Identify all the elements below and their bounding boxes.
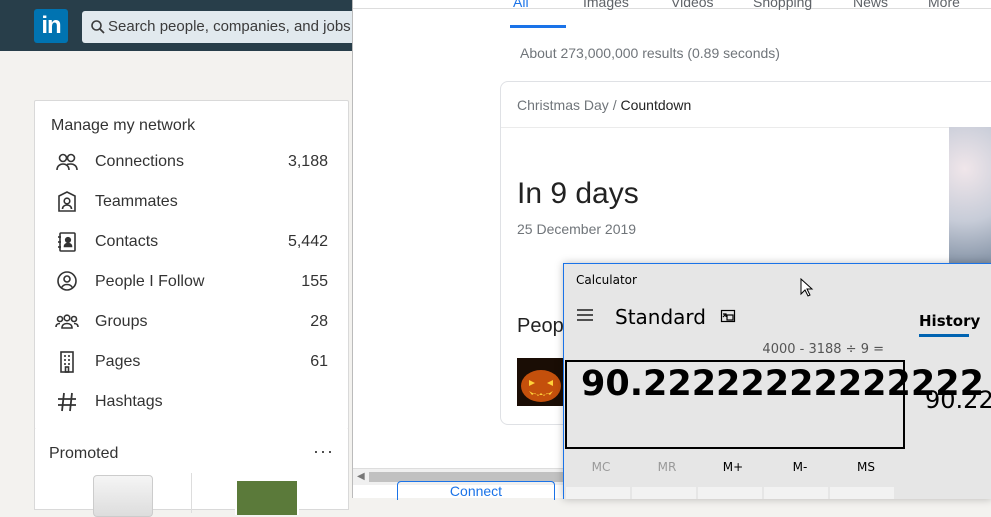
active-tab-indicator bbox=[510, 25, 566, 28]
connect-button[interactable]: Connect bbox=[397, 481, 555, 500]
network-item-count: 3,188 bbox=[287, 153, 328, 170]
pages-icon bbox=[60, 351, 74, 373]
network-item-label: Pages bbox=[95, 353, 141, 370]
breadcrumb-parent[interactable]: Christmas Day bbox=[517, 97, 609, 113]
memory-store-button[interactable]: MS bbox=[841, 460, 891, 474]
calculator-window: Calculator Standard 4000 - 3188 ÷ 9 = 90… bbox=[563, 263, 991, 499]
network-heading: Manage my network bbox=[51, 117, 196, 134]
pumpkin-image[interactable] bbox=[517, 358, 565, 406]
calculator-key[interactable] bbox=[632, 487, 696, 499]
people-follow-icon bbox=[57, 271, 77, 291]
network-item-count: 61 bbox=[310, 353, 328, 370]
groups-icon bbox=[55, 314, 79, 329]
promoted-title: Promoted bbox=[49, 445, 119, 462]
hashtag-icon bbox=[58, 392, 76, 412]
network-item-count: 5,442 bbox=[287, 233, 328, 250]
search-icon bbox=[91, 20, 105, 34]
tab-history[interactable]: History bbox=[919, 312, 980, 330]
network-item-label: Hashtags bbox=[95, 393, 163, 410]
history-entry[interactable]: 90.222 bbox=[925, 386, 991, 414]
network-item-contacts[interactable]: Contacts 5,442 bbox=[35, 222, 348, 262]
tab-news[interactable]: News bbox=[853, 0, 888, 10]
network-item-count: 155 bbox=[301, 273, 328, 290]
countdown-headline: In 9 days bbox=[517, 177, 639, 210]
tab-all[interactable]: All bbox=[513, 0, 529, 10]
calculator-key[interactable] bbox=[566, 487, 630, 499]
promoted-divider bbox=[191, 473, 192, 513]
memory-add-button[interactable]: M+ bbox=[708, 460, 758, 474]
people-heading: Peop bbox=[517, 315, 564, 337]
network-item-teammates[interactable]: Teammates bbox=[35, 182, 348, 222]
scroll-left-icon[interactable]: ◀ bbox=[357, 471, 365, 482]
linkedin-logo[interactable]: in bbox=[34, 9, 68, 43]
calculator-key[interactable] bbox=[830, 487, 894, 499]
breadcrumb-current: Countdown bbox=[620, 97, 692, 113]
network-item-label: Teammates bbox=[95, 193, 178, 210]
calculator-keypad bbox=[564, 487, 991, 499]
calculator-result: 90.22222222222222 bbox=[581, 364, 984, 404]
memory-subtract-button[interactable]: M- bbox=[775, 460, 825, 474]
teammates-icon bbox=[58, 191, 76, 212]
calculator-expression: 4000 - 3188 ÷ 9 = bbox=[762, 342, 884, 357]
mouse-cursor-icon bbox=[800, 278, 814, 297]
network-item-label: Groups bbox=[95, 313, 148, 330]
network-item-label: Contacts bbox=[95, 233, 159, 250]
network-item-connections[interactable]: Connections 3,188 bbox=[35, 142, 348, 182]
countdown-date: 25 December 2019 bbox=[517, 221, 637, 237]
promoted-ad-image[interactable] bbox=[93, 475, 153, 517]
network-item-groups[interactable]: Groups 28 bbox=[35, 302, 348, 342]
network-item-label: People I Follow bbox=[95, 273, 205, 290]
connections-icon bbox=[56, 153, 78, 171]
network-item-people-follow[interactable]: People I Follow 155 bbox=[35, 262, 348, 302]
hamburger-menu-icon[interactable] bbox=[576, 308, 594, 322]
results-count: About 273,000,000 results (0.89 seconds) bbox=[520, 45, 780, 61]
contacts-icon bbox=[58, 232, 76, 252]
memory-recall-button[interactable]: MR bbox=[642, 460, 692, 474]
history-tab-indicator bbox=[919, 334, 969, 337]
promoted-ad-image[interactable] bbox=[235, 475, 299, 515]
manage-network-card: Manage my network Connections 3,188 Team… bbox=[34, 100, 349, 430]
network-item-pages[interactable]: Pages 61 bbox=[35, 342, 348, 382]
keep-on-top-icon[interactable] bbox=[720, 308, 736, 324]
calculator-key[interactable] bbox=[698, 487, 762, 499]
breadcrumb-separator: / bbox=[612, 97, 617, 113]
calculator-title: Calculator bbox=[576, 273, 637, 287]
hero-image[interactable] bbox=[949, 127, 991, 267]
calculator-key[interactable] bbox=[764, 487, 828, 499]
tab-videos[interactable]: Videos bbox=[671, 0, 714, 10]
tab-images[interactable]: Images bbox=[583, 0, 629, 10]
calculator-mode: Standard bbox=[615, 305, 706, 329]
search-input[interactable]: Search people, companies, and jobs bbox=[82, 11, 372, 43]
search-placeholder: Search people, companies, and jobs bbox=[108, 18, 351, 35]
tab-shopping[interactable]: Shopping bbox=[753, 0, 812, 10]
network-item-hashtags[interactable]: Hashtags bbox=[35, 382, 348, 422]
card-divider bbox=[501, 127, 991, 128]
breadcrumb: Christmas Day / Countdown bbox=[517, 97, 691, 113]
network-item-count: 28 bbox=[310, 313, 328, 330]
calculator-display: 90.22222222222222 bbox=[565, 360, 984, 449]
more-options-icon[interactable]: ··· bbox=[313, 441, 334, 462]
network-item-label: Connections bbox=[95, 153, 184, 170]
tab-more[interactable]: More bbox=[928, 0, 960, 10]
memory-clear-button[interactable]: MC bbox=[576, 460, 626, 474]
